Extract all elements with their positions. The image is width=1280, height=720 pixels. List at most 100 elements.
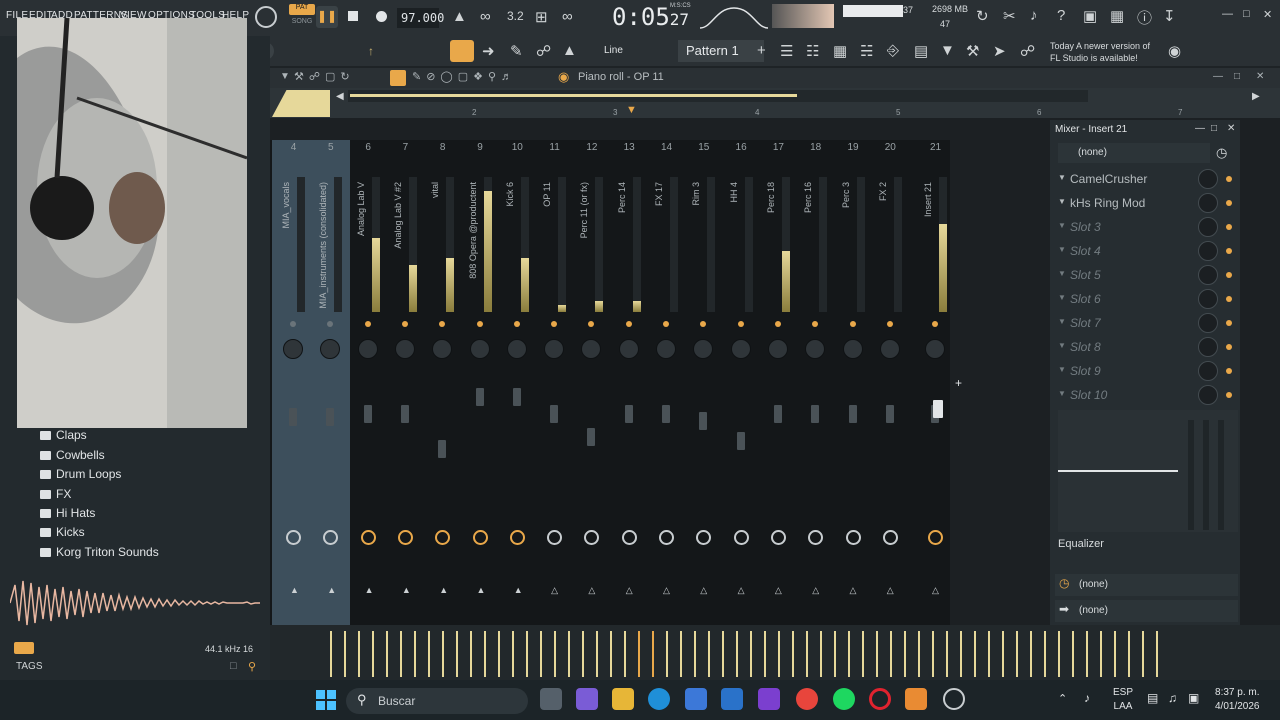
slot-mix-knob[interactable] xyxy=(1198,217,1218,237)
pencil-icon[interactable]: ✎ xyxy=(510,42,523,60)
playlist-view-button[interactable] xyxy=(450,40,474,62)
strip-name[interactable]: Analog Lab V #2 xyxy=(393,182,407,312)
strip-number[interactable]: 16 xyxy=(723,142,760,153)
pan-knob[interactable] xyxy=(544,339,565,359)
file-explorer-icon[interactable] xyxy=(612,688,634,710)
latency-icon[interactable]: ◷ xyxy=(1216,145,1227,161)
opera-icon[interactable] xyxy=(869,688,891,710)
effect-slot[interactable]: ▼ Slot 4 xyxy=(1058,240,1238,262)
send-arrow-icon[interactable]: ▲ xyxy=(439,585,448,595)
strip-name[interactable]: Perc 3 xyxy=(841,182,855,312)
piano-roll-icon[interactable]: ☷ xyxy=(806,42,819,60)
strip-name[interactable]: Perc 16 xyxy=(803,182,817,312)
routing-icon[interactable]: ⎆ xyxy=(887,42,899,59)
slot-enable-dot[interactable] xyxy=(1226,320,1232,326)
send-arrow-icon[interactable]: △ xyxy=(551,585,558,596)
strip-name[interactable]: 808 Opera @productent xyxy=(468,182,482,312)
eq-band-high[interactable] xyxy=(1218,420,1224,530)
route-knob[interactable] xyxy=(472,530,488,545)
strip-name[interactable]: FX 2 xyxy=(878,182,892,312)
mixer-icon[interactable]: ☵ xyxy=(860,42,873,60)
strip-number[interactable]: 12 xyxy=(573,142,610,153)
chrome-icon[interactable] xyxy=(796,688,818,710)
loop-record-icon[interactable]: ∞ xyxy=(480,8,491,25)
pan-knob[interactable] xyxy=(283,339,303,359)
strip-name[interactable]: Perc 11 (or fx) xyxy=(579,182,593,312)
effect-slot[interactable]: ▼ Slot 3 xyxy=(1058,216,1238,238)
route-knob[interactable] xyxy=(882,530,898,545)
send-arrow-icon[interactable]: ▲ xyxy=(477,585,486,595)
slot-enable-dot[interactable] xyxy=(1226,368,1232,374)
strip-number[interactable]: 15 xyxy=(685,142,722,153)
send-arrow-icon[interactable]: △ xyxy=(887,585,894,596)
eq-band-mid[interactable] xyxy=(1203,420,1209,530)
strip-number[interactable]: 4 xyxy=(275,142,312,153)
taskbar-clock[interactable]: 8:37 p. m. 4/01/2026 xyxy=(1215,686,1260,714)
slot-menu-icon[interactable]: ▼ xyxy=(1058,221,1066,230)
volume-icon[interactable]: ♫ xyxy=(1168,691,1177,705)
scale-icon[interactable]: ◉ xyxy=(558,69,569,85)
add-pattern-icon[interactable]: + xyxy=(757,42,766,59)
pan-knob[interactable] xyxy=(357,339,378,359)
pan-knob[interactable] xyxy=(394,339,415,359)
slot-mix-knob[interactable] xyxy=(1198,265,1218,285)
effect-slot[interactable]: ▼ Slot 9 xyxy=(1058,360,1238,382)
folder-small-icon[interactable]: □ xyxy=(230,660,237,672)
scroll-left-icon[interactable]: ◀ xyxy=(336,91,344,102)
volume-fader[interactable] xyxy=(438,440,447,458)
volume-fader[interactable] xyxy=(736,432,745,450)
volume-fader[interactable] xyxy=(848,405,857,423)
link-icon[interactable]: ☍ xyxy=(536,42,551,60)
send-arrow-icon[interactable]: △ xyxy=(932,585,939,596)
pan-knob[interactable] xyxy=(656,339,676,359)
update-notice[interactable]: Today A newer version of FL Studio is av… xyxy=(1050,40,1168,64)
effect-slot[interactable]: ▼ CamelCrusher xyxy=(1058,168,1238,190)
route-knob[interactable] xyxy=(621,530,637,545)
strip-enable-dot[interactable] xyxy=(290,321,296,327)
strip-number[interactable]: 7 xyxy=(387,142,424,153)
stamp-icon[interactable]: ▲ xyxy=(562,42,577,59)
scroll-right-icon[interactable]: ▶ xyxy=(1252,91,1260,102)
slot-enable-dot[interactable] xyxy=(1226,296,1232,302)
volume-fader[interactable] xyxy=(699,412,708,430)
globe-icon[interactable]: ◉ xyxy=(1168,42,1181,60)
slot-mix-knob[interactable] xyxy=(1198,313,1218,333)
browser-item-kicks[interactable]: Kicks xyxy=(56,525,85,539)
route-knob[interactable] xyxy=(928,530,943,545)
volume-fader[interactable] xyxy=(624,405,633,423)
browser-item-korg-triton[interactable]: Korg Triton Sounds xyxy=(56,545,159,559)
slot-mix-knob[interactable] xyxy=(1198,361,1218,381)
strip-name[interactable]: Analog Lab V xyxy=(356,182,370,312)
pause-button[interactable]: ❚❚ xyxy=(316,6,338,28)
strip-enable-dot[interactable] xyxy=(513,321,520,327)
piano-roll-tools[interactable]: ⚒☍▢↻ xyxy=(294,70,355,83)
slot-mix-knob[interactable] xyxy=(1198,337,1218,357)
undo-icon[interactable]: ↻ xyxy=(976,7,989,25)
close-icon[interactable]: ✕ xyxy=(1263,8,1272,21)
blend-notes-icon[interactable]: ⊞ xyxy=(535,8,548,26)
pan-knob[interactable] xyxy=(506,339,527,359)
strip-enable-dot[interactable] xyxy=(932,321,938,327)
language-indicator[interactable]: ESP LAA xyxy=(1113,686,1133,714)
volume-fader[interactable] xyxy=(550,405,559,423)
send-arrow-icon[interactable]: △ xyxy=(812,585,819,596)
strip-name[interactable]: Perc 14 xyxy=(617,182,631,312)
input-route-selector[interactable]: (none) xyxy=(1055,574,1238,596)
effect-slot[interactable]: ▼ Slot 10 xyxy=(1058,384,1238,406)
help-icon[interactable]: ? xyxy=(1057,7,1065,24)
slot-menu-icon[interactable]: ▼ xyxy=(1058,173,1066,182)
save-icon[interactable]: ▣ xyxy=(1083,7,1097,25)
cart-icon[interactable]: ☍ xyxy=(1020,42,1035,60)
app2-icon[interactable] xyxy=(758,688,780,710)
minimize-icon[interactable]: — xyxy=(1222,8,1233,20)
arrow-icon[interactable]: ➜ xyxy=(482,42,495,60)
strip-number[interactable]: 6 xyxy=(350,142,387,153)
strip-number[interactable]: 21 xyxy=(917,142,954,153)
slot-menu-icon[interactable]: ▼ xyxy=(1058,365,1066,374)
pitch-knob-icon[interactable] xyxy=(255,6,277,28)
piano-roll-menu-icon[interactable]: ▼ xyxy=(280,71,290,82)
mixer-close-icon[interactable]: ✕ xyxy=(1227,123,1235,134)
volume-fader[interactable] xyxy=(587,428,596,446)
wait-input-icon[interactable]: ∞ xyxy=(562,8,573,25)
route-knob[interactable] xyxy=(733,530,749,545)
